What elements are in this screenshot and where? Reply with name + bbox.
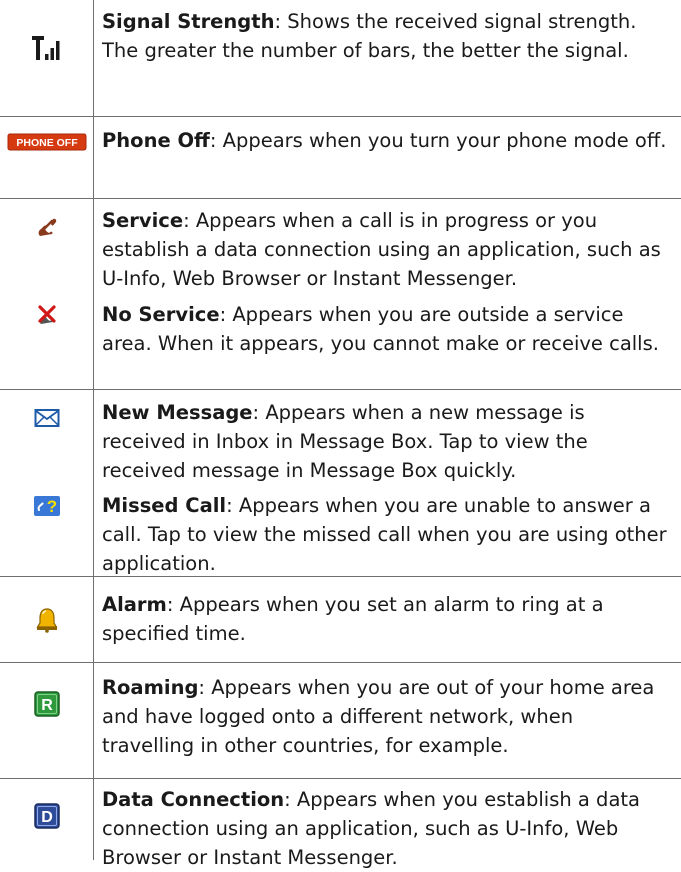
entry-term: Data Connection — [102, 788, 285, 811]
entry-service: Service: Appears when a call is in progr… — [0, 199, 681, 293]
data-letter: D — [41, 809, 53, 826]
table-section-data: D Data Connection: Appears when you esta… — [0, 779, 681, 869]
table-section-service: Service: Appears when a call is in progr… — [0, 199, 681, 390]
data-connection-icon: D — [0, 799, 93, 833]
entry-roaming: R Roaming: Appears when you are out of y… — [0, 663, 681, 760]
signal-strength-icon — [0, 27, 93, 67]
entry-data-connection: D Data Connection: Appears when you esta… — [0, 779, 681, 872]
table-section-alarm: Alarm: Appears when you set an alarm to … — [0, 577, 681, 663]
table-section-phone-off: PHONE OFF Phone Off: Appears when you tu… — [0, 117, 681, 199]
status-icon-table: Signal Strength: Shows the received sign… — [0, 0, 681, 869]
table-section-messages: New Message: Appears when a new message … — [0, 390, 681, 577]
alarm-bell-icon — [0, 603, 93, 637]
table-section-roaming: R Roaming: Appears when you are out of y… — [0, 663, 681, 779]
entry-term: Signal Strength — [102, 10, 275, 33]
entry-description: : Appears when you turn your phone mode … — [209, 129, 667, 152]
phone-off-icon: PHONE OFF — [0, 131, 93, 153]
entry-missed-call: ? Missed Call: Appears when you are unab… — [0, 485, 681, 578]
entry-term: No Service — [102, 303, 220, 326]
entry-term: Service — [102, 209, 184, 232]
table-section-signal: Signal Strength: Shows the received sign… — [0, 0, 681, 117]
entry-description: : Appears when a call is in progress or … — [102, 209, 661, 290]
roaming-letter: R — [41, 697, 53, 714]
envelope-icon — [0, 404, 93, 432]
entry-signal-strength: Signal Strength: Shows the received sign… — [0, 0, 681, 65]
no-service-icon — [0, 300, 93, 330]
entry-term: New Message — [102, 401, 253, 424]
entry-new-message: New Message: Appears when a new message … — [0, 390, 681, 485]
entry-no-service: No Service: Appears when you are outside… — [0, 293, 681, 358]
roaming-icon: R — [0, 687, 93, 721]
svg-text:?: ? — [46, 497, 56, 516]
entry-term: Missed Call — [102, 494, 227, 517]
entry-alarm: Alarm: Appears when you set an alarm to … — [0, 577, 681, 648]
entry-term: Phone Off — [102, 129, 210, 152]
entry-term: Alarm — [102, 593, 167, 616]
missed-call-icon: ? — [0, 491, 93, 521]
phone-off-label: PHONE OFF — [16, 137, 78, 149]
entry-description: : Appears when you set an alarm to ring … — [102, 593, 604, 645]
entry-phone-off: PHONE OFF Phone Off: Appears when you tu… — [0, 117, 681, 155]
service-handset-icon — [0, 213, 93, 241]
entry-term: Roaming — [102, 676, 199, 699]
